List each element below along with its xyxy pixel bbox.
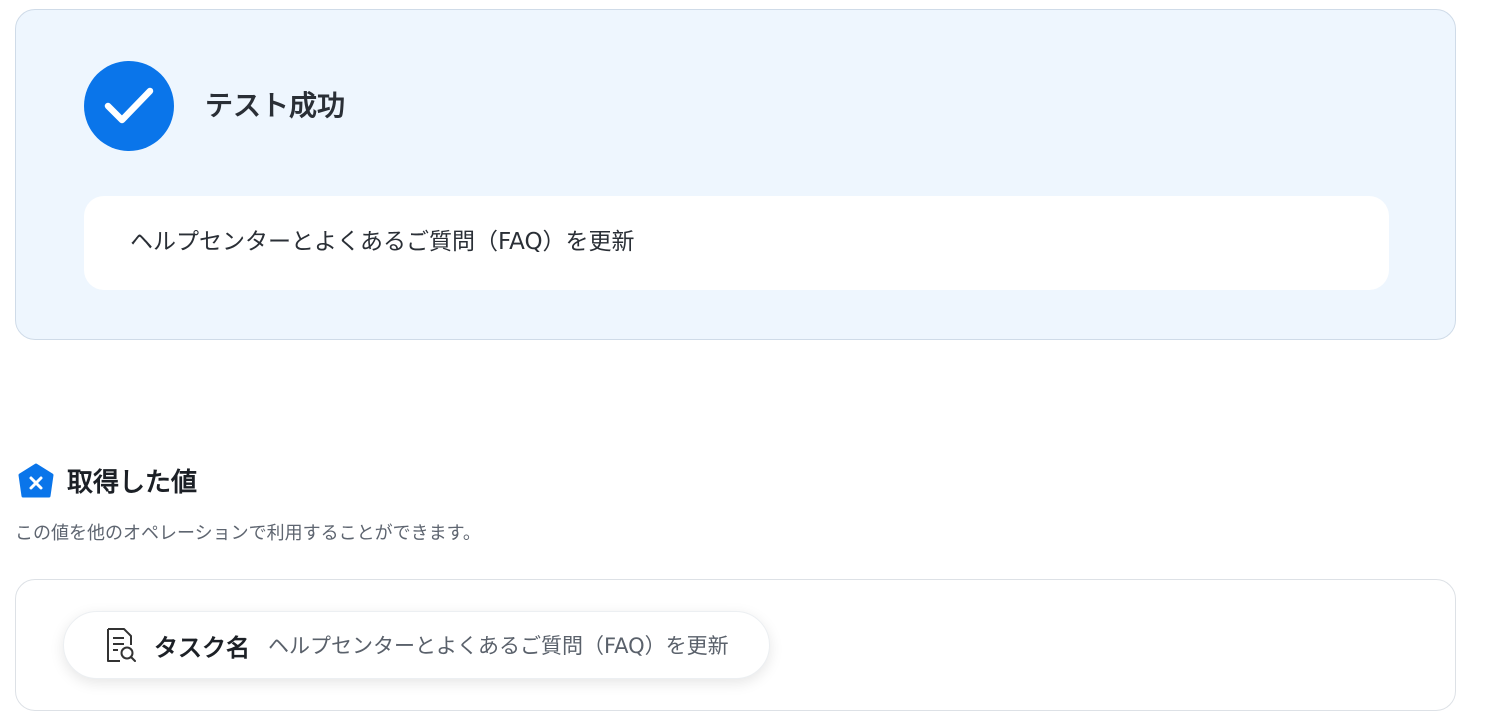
value-text: ヘルプセンターとよくあるご質問（FAQ）を更新 <box>268 634 729 658</box>
value-chip-task-name[interactable]: タスク名 ヘルプセンターとよくあるご質問（FAQ）を更新 <box>63 611 770 679</box>
section-description: この値を他のオペレーションで利用することができます。 <box>15 523 481 544</box>
test-success-panel: テスト成功 ヘルプセンターとよくあるご質問（FAQ）を更新 <box>15 9 1456 340</box>
document-search-icon <box>107 628 136 662</box>
values-panel: タスク名 ヘルプセンターとよくあるご質問（FAQ）を更新 <box>15 579 1456 711</box>
result-text: ヘルプセンターとよくあるご質問（FAQ）を更新 <box>130 229 635 255</box>
output-section-heading: 取得した値 <box>17 463 197 503</box>
status-title: テスト成功 <box>205 89 346 122</box>
result-box: ヘルプセンターとよくあるご質問（FAQ）を更新 <box>84 196 1389 290</box>
value-label: タスク名 <box>154 633 250 662</box>
check-icon <box>84 61 174 151</box>
hexagon-x-icon <box>18 463 54 498</box>
section-title: 取得した値 <box>67 468 198 498</box>
